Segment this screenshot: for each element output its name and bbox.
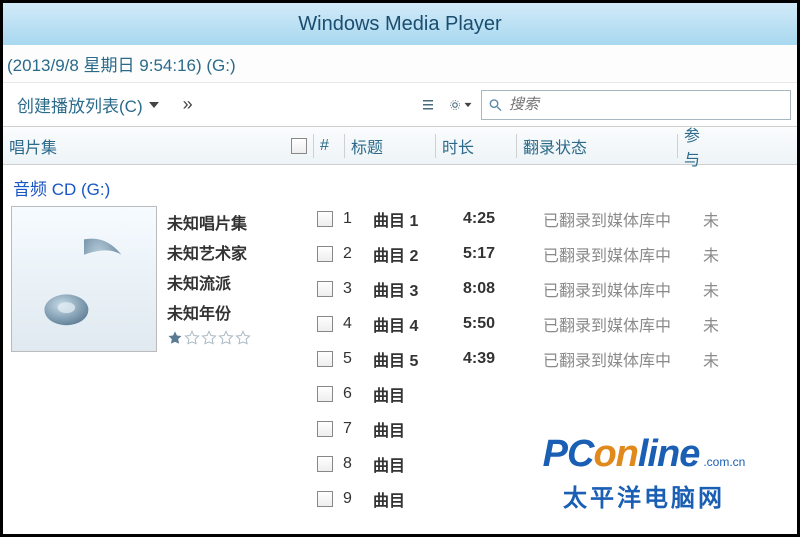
track-number: 8 bbox=[337, 455, 367, 473]
search-field[interactable] bbox=[481, 90, 791, 120]
track-row[interactable]: 3曲目 38:08已翻录到媒体库中未 bbox=[313, 271, 797, 306]
track-status: 已翻录到媒体库中 bbox=[537, 312, 697, 336]
track-duration: 8:08 bbox=[457, 280, 537, 298]
track-checkbox[interactable] bbox=[317, 456, 333, 472]
watermark-brand-head: PC bbox=[543, 433, 594, 475]
chevron-down-icon bbox=[465, 102, 472, 106]
column-header-row: 唱片集 # 标题 时长 翻录状态 参与 bbox=[3, 127, 797, 165]
track-duration: 5:50 bbox=[457, 315, 537, 333]
column-duration[interactable]: 时长 bbox=[436, 134, 516, 158]
list-options-button[interactable] bbox=[417, 94, 441, 116]
track-status: 已翻录到媒体库中 bbox=[537, 242, 697, 266]
create-playlist-label: 创建播放列表(C) bbox=[17, 92, 143, 117]
track-checkbox[interactable] bbox=[317, 421, 333, 437]
track-title: 曲目 bbox=[367, 452, 457, 476]
create-playlist-button[interactable]: 创建播放列表(C) bbox=[9, 88, 167, 121]
track-participant: 未 bbox=[697, 312, 739, 336]
track-checkbox[interactable] bbox=[317, 211, 333, 227]
album-year: 未知年份 bbox=[167, 300, 251, 324]
star-outline-icon bbox=[235, 330, 251, 346]
watermark-brand-mid: on bbox=[593, 433, 637, 475]
column-album[interactable]: 唱片集 bbox=[9, 134, 57, 158]
track-participant: 未 bbox=[697, 242, 739, 266]
track-row[interactable]: 6曲目 bbox=[313, 376, 797, 411]
watermark: PConline .com.cn 太平洋电脑网 bbox=[499, 418, 789, 528]
settings-button[interactable] bbox=[449, 94, 473, 116]
track-participant: 未 bbox=[697, 347, 739, 371]
column-title[interactable]: 标题 bbox=[345, 134, 435, 158]
music-note-icon bbox=[29, 224, 139, 334]
star-filled-icon bbox=[167, 330, 183, 346]
album-genre: 未知流派 bbox=[167, 270, 251, 294]
breadcrumb-text: (2013/9/8 星期日 9:54:16) (G:) bbox=[7, 51, 236, 76]
track-row[interactable]: 4曲目 45:50已翻录到媒体库中未 bbox=[313, 306, 797, 341]
content-area: 音频 CD (G:) 未知唱片集 未知艺术家 bbox=[3, 165, 797, 534]
album-source[interactable]: 音频 CD (G:) bbox=[11, 171, 305, 206]
track-title: 曲目 bbox=[367, 417, 457, 441]
star-outline-icon bbox=[184, 330, 200, 346]
track-number: 5 bbox=[337, 350, 367, 368]
track-number: 1 bbox=[337, 210, 367, 228]
album-artwork[interactable] bbox=[11, 206, 157, 352]
track-row[interactable]: 1曲目 14:25已翻录到媒体库中未 bbox=[313, 201, 797, 236]
chevron-down-icon bbox=[149, 102, 159, 108]
track-title: 曲目 2 bbox=[367, 242, 457, 266]
track-participant: 未 bbox=[697, 277, 739, 301]
track-participant: 未 bbox=[697, 207, 739, 231]
breadcrumb: (2013/9/8 星期日 9:54:16) (G:) bbox=[3, 45, 797, 83]
track-number: 7 bbox=[337, 420, 367, 438]
window-titlebar: Windows Media Player bbox=[3, 3, 797, 45]
window-title: Windows Media Player bbox=[298, 13, 501, 36]
track-status: 已翻录到媒体库中 bbox=[537, 277, 697, 301]
track-row[interactable]: 2曲目 25:17已翻录到媒体库中未 bbox=[313, 236, 797, 271]
track-status: 已翻录到媒体库中 bbox=[537, 347, 697, 371]
track-title: 曲目 bbox=[367, 487, 457, 511]
track-title: 曲目 1 bbox=[367, 207, 457, 231]
gear-icon bbox=[449, 98, 461, 112]
track-number: 9 bbox=[337, 490, 367, 508]
track-row[interactable]: 5曲目 54:39已翻录到媒体库中未 bbox=[313, 341, 797, 376]
watermark-suffix: .com.cn bbox=[703, 455, 745, 469]
track-number: 2 bbox=[337, 245, 367, 263]
more-toolbar-button[interactable]: » bbox=[175, 94, 198, 115]
album-meta: 未知唱片集 未知艺术家 未知流派 未知年份 bbox=[167, 206, 251, 346]
track-checkbox[interactable] bbox=[317, 386, 333, 402]
list-icon bbox=[421, 97, 437, 113]
column-status[interactable]: 翻录状态 bbox=[517, 134, 677, 158]
track-number: 3 bbox=[337, 280, 367, 298]
track-title: 曲目 3 bbox=[367, 277, 457, 301]
track-checkbox[interactable] bbox=[317, 281, 333, 297]
column-participant[interactable]: 参与 bbox=[678, 122, 720, 170]
album-artist: 未知艺术家 bbox=[167, 240, 251, 264]
search-icon bbox=[488, 97, 503, 113]
rating-stars[interactable] bbox=[167, 330, 251, 346]
track-checkbox[interactable] bbox=[317, 491, 333, 507]
track-number: 6 bbox=[337, 385, 367, 403]
column-number[interactable]: # bbox=[314, 137, 344, 155]
track-duration: 4:25 bbox=[457, 210, 537, 228]
track-duration: 4:39 bbox=[457, 350, 537, 368]
star-outline-icon bbox=[201, 330, 217, 346]
track-title: 曲目 5 bbox=[367, 347, 457, 371]
select-all-checkbox[interactable] bbox=[291, 138, 307, 154]
track-checkbox[interactable] bbox=[317, 246, 333, 262]
watermark-cn: 太平洋电脑网 bbox=[563, 478, 725, 513]
track-duration: 5:17 bbox=[457, 245, 537, 263]
track-number: 4 bbox=[337, 315, 367, 333]
album-name: 未知唱片集 bbox=[167, 210, 251, 234]
toolbar: 创建播放列表(C) » bbox=[3, 83, 797, 127]
track-title: 曲目 4 bbox=[367, 312, 457, 336]
track-checkbox[interactable] bbox=[317, 316, 333, 332]
album-pane: 音频 CD (G:) 未知唱片集 未知艺术家 bbox=[3, 165, 313, 534]
track-title: 曲目 bbox=[367, 382, 457, 406]
track-checkbox[interactable] bbox=[317, 351, 333, 367]
track-status: 已翻录到媒体库中 bbox=[537, 207, 697, 231]
watermark-brand-tail: line bbox=[638, 433, 699, 475]
search-input[interactable] bbox=[509, 96, 784, 113]
star-outline-icon bbox=[218, 330, 234, 346]
